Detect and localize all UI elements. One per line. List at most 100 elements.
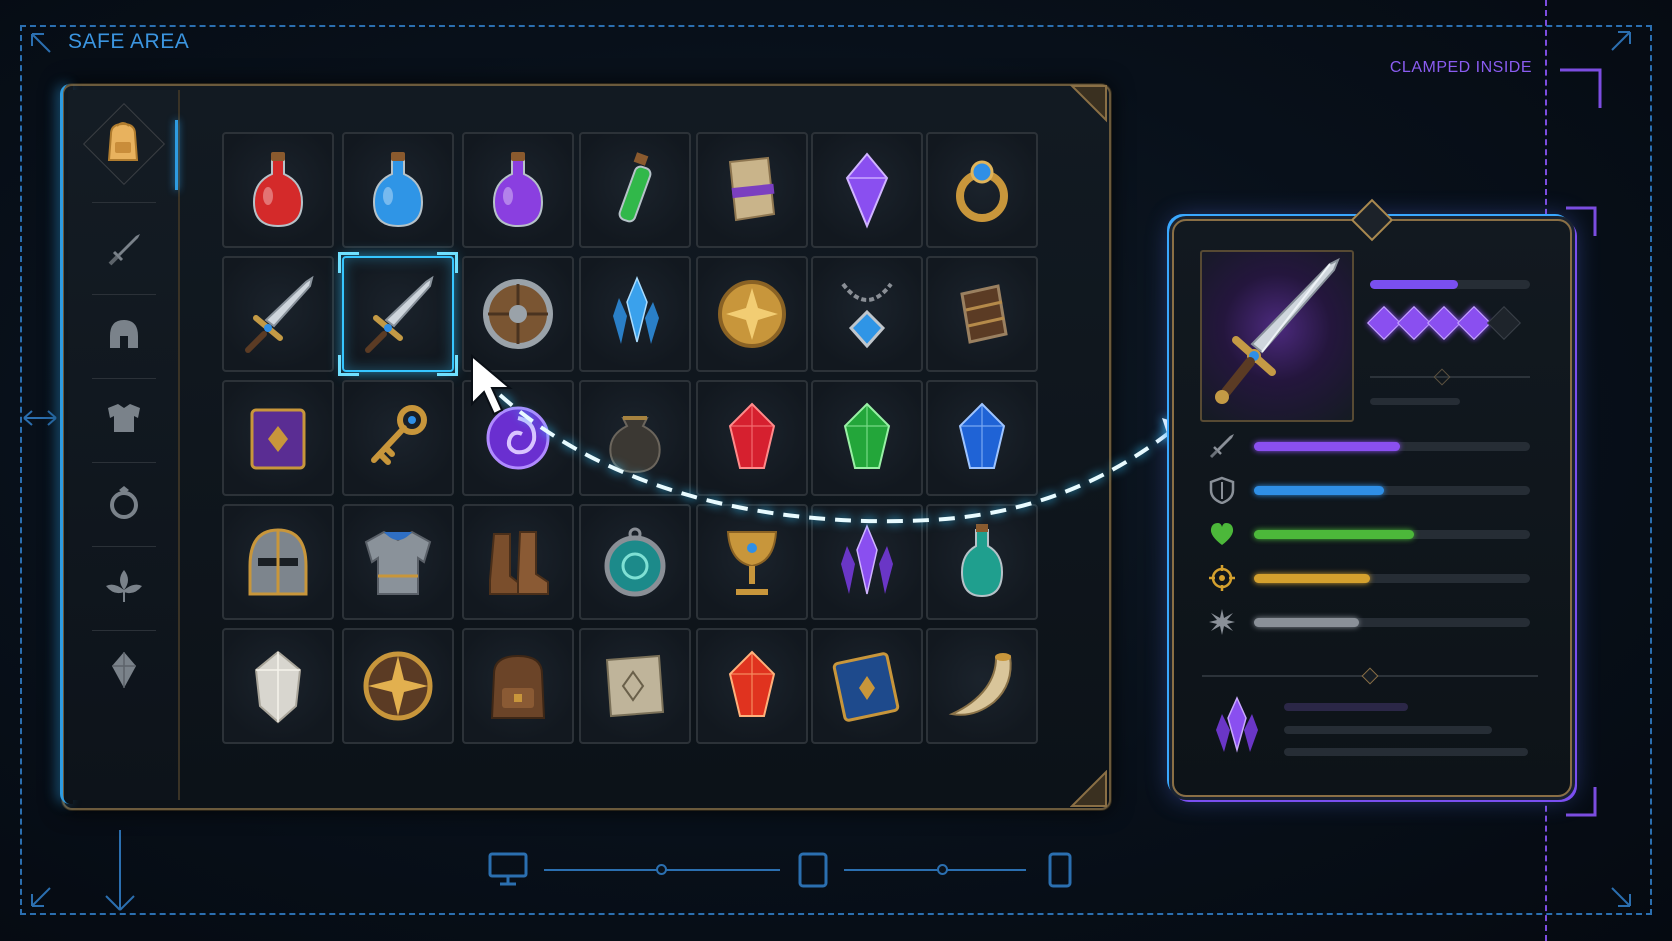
inventory-slot[interactable] (696, 380, 808, 496)
purple-spellbook-icon (250, 408, 306, 470)
stat-bar (1254, 530, 1530, 539)
corner-arrow-icon (31, 887, 51, 907)
inventory-slot[interactable] (342, 380, 454, 496)
inventory-slot[interactable] (579, 380, 691, 496)
inventory-slot[interactable] (926, 504, 1038, 620)
leather-boots-icon (489, 531, 549, 595)
item-level-fill (1370, 280, 1458, 289)
crystal-icon (112, 652, 136, 688)
inventory-slot[interactable] (696, 628, 808, 744)
horizontal-resize-arrow-icon (23, 410, 57, 426)
selection-corner (437, 355, 458, 376)
blue-potion-icon (372, 152, 424, 228)
corner-arrow-icon (31, 33, 51, 53)
stat-bar-fill (1254, 574, 1370, 583)
sidebar-item-crystals[interactable] (86, 632, 162, 708)
sidebar-item-armor[interactable] (86, 380, 162, 456)
blue-crystal-cluster-icon (613, 276, 659, 344)
inventory-slot[interactable] (811, 628, 923, 744)
inventory-slot[interactable] (462, 256, 574, 372)
sidebar-divider (92, 630, 156, 631)
frame-corner-ornament (1070, 770, 1107, 807)
teal-potion-icon (960, 524, 1004, 598)
sidebar-item-helmets[interactable] (86, 296, 162, 372)
sidebar-item-backpack[interactable] (78, 98, 168, 188)
inventory-slot[interactable] (579, 256, 691, 372)
inventory-slot[interactable] (811, 132, 923, 248)
sidebar-item-weapons[interactable] (86, 212, 162, 288)
inventory-slot[interactable] (579, 132, 691, 248)
sword-icon (1209, 434, 1234, 459)
stat-row-icon (1208, 520, 1236, 548)
stat-row-icon (1208, 432, 1236, 460)
stat-row-icon (1208, 564, 1236, 592)
gold-key-icon (371, 405, 427, 465)
inventory-slot[interactable] (696, 132, 808, 248)
arcane-orb-icon (486, 406, 550, 470)
corner-arrow-icon (1611, 31, 1631, 51)
inventory-slot[interactable] (811, 504, 923, 620)
sidebar-divider (92, 294, 156, 295)
slider-handle[interactable] (937, 864, 948, 875)
crosshair-icon (1209, 565, 1235, 591)
inventory-slot[interactable] (462, 380, 574, 496)
selection-corner (437, 252, 458, 273)
stat-row-icon (1208, 608, 1236, 636)
inventory-slot[interactable] (926, 256, 1038, 372)
steel-sword-icon (1215, 257, 1340, 404)
inventory-slot[interactable] (222, 504, 334, 620)
down-arrow-icon (105, 830, 135, 911)
category-sidebar (68, 90, 180, 800)
inventory-slot[interactable] (696, 504, 808, 620)
inventory-slot[interactable] (811, 380, 923, 496)
knight-helmet-icon (248, 528, 308, 596)
amethyst-cluster-icon (841, 524, 893, 595)
shield-icon (1209, 476, 1235, 504)
inventory-slot[interactable] (696, 256, 808, 372)
inventory-slot[interactable] (222, 380, 334, 496)
steel-sword-icon (365, 275, 434, 353)
inventory-slot[interactable] (462, 628, 574, 744)
inventory-slot[interactable] (926, 380, 1038, 496)
ruby-gem-icon (728, 402, 776, 469)
inventory-slot[interactable] (342, 504, 454, 620)
scroll-icon (728, 156, 776, 222)
sidebar-item-rings[interactable] (86, 464, 162, 540)
inventory-slot[interactable] (462, 132, 574, 248)
sidebar-item-herbs[interactable] (86, 548, 162, 624)
phone-icon[interactable] (1048, 852, 1072, 888)
item-level-bar (1370, 280, 1530, 289)
inventory-slot[interactable] (579, 628, 691, 744)
inventory-slot[interactable] (222, 132, 334, 248)
heart-icon (1210, 523, 1234, 545)
steel-sword-icon (245, 275, 314, 353)
inventory-slot[interactable] (926, 628, 1038, 744)
desktop-icon[interactable] (488, 852, 528, 886)
drinking-horn-icon (948, 653, 1012, 716)
inventory-slot[interactable] (338, 252, 458, 376)
coin-pouch-icon (609, 416, 661, 474)
inventory-slot[interactable] (342, 628, 454, 744)
slider-track (844, 869, 1026, 871)
active-tab-indicator (175, 120, 178, 190)
sidebar-divider (92, 202, 156, 203)
inventory-slot[interactable] (579, 504, 691, 620)
inventory-slot[interactable] (462, 504, 574, 620)
slider-handle[interactable] (656, 864, 667, 875)
blue-tome-icon (832, 652, 900, 722)
sword-icon (108, 234, 140, 266)
item-preview (1200, 250, 1354, 422)
amethyst-cluster-icon (1216, 696, 1258, 753)
inventory-slot[interactable] (222, 256, 334, 372)
inventory-slot[interactable] (222, 628, 334, 744)
selection-corner (338, 252, 359, 273)
green-vial-icon (618, 152, 652, 223)
inventory-slot[interactable] (811, 256, 923, 372)
inventory-slot[interactable] (342, 132, 454, 248)
clamp-bracket (1566, 787, 1597, 817)
inventory-slot[interactable] (926, 132, 1038, 248)
stat-bar-fill (1254, 618, 1359, 627)
tablet-icon[interactable] (798, 852, 828, 888)
placeholder-text-line (1284, 726, 1492, 734)
fire-ruby-icon (728, 650, 776, 717)
